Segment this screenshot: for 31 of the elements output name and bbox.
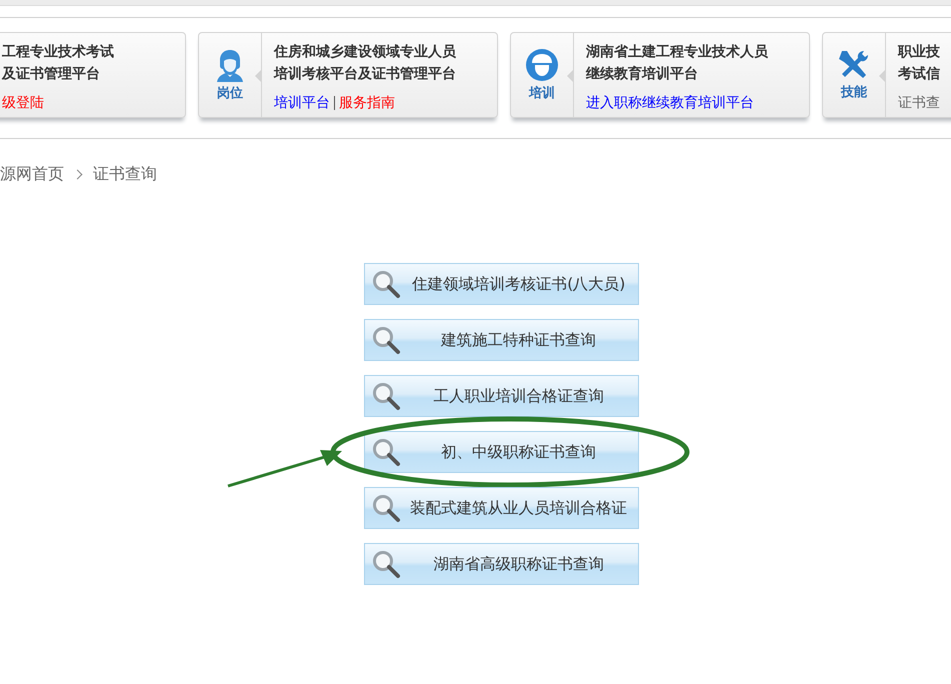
breadcrumb-link[interactable]: 源网首页 [0, 164, 64, 185]
search-icon [371, 325, 401, 355]
query-button[interactable]: 工人职业培训合格证查询 [364, 375, 639, 417]
card-title: 及证书管理平台 [2, 65, 101, 84]
icon-label: 岗位 [217, 85, 243, 102]
card-title: 住房和城乡建设领域专业人员 [274, 42, 456, 62]
search-icon [371, 549, 401, 579]
breadcrumb-link[interactable]: 证书查询 [93, 164, 157, 185]
card-title: 职业技 [898, 43, 940, 62]
search-icon [371, 437, 401, 467]
icon-label: 培训 [529, 84, 555, 102]
icon-label: 技能 [841, 84, 867, 101]
card-title: 培训考核平台及证书管理平台 [274, 64, 456, 84]
tools-icon [839, 51, 868, 78]
query-button[interactable]: 初、中级职称证书查询 [364, 431, 639, 473]
query-button[interactable]: 装配式建筑从业人员培训合格证 [364, 487, 639, 529]
query-button[interactable]: 湖南省高级职称证书查询 [364, 543, 639, 585]
card-title: 继续教育培训平台 [586, 64, 699, 84]
search-icon [371, 269, 401, 299]
card-title: 考试信 [898, 65, 940, 84]
platform-link[interactable]: 培训平台 [274, 94, 330, 112]
search-icon [371, 381, 401, 411]
card-title: 湖南省土建工程专业技术人员 [586, 43, 768, 62]
platform-link[interactable]: 证书查 [898, 94, 940, 112]
query-button[interactable]: 建筑施工特种证书查询 [364, 319, 639, 361]
helmet-icon [526, 49, 558, 81]
search-icon [371, 493, 401, 523]
card-title: 工程专业技术考试 [2, 43, 114, 62]
person-icon [217, 50, 243, 82]
query-button[interactable]: 住建领域培训考核证书(八大员) [364, 263, 639, 305]
platform-link[interactable]: 进入职称继续教育培训平台 [586, 94, 754, 112]
